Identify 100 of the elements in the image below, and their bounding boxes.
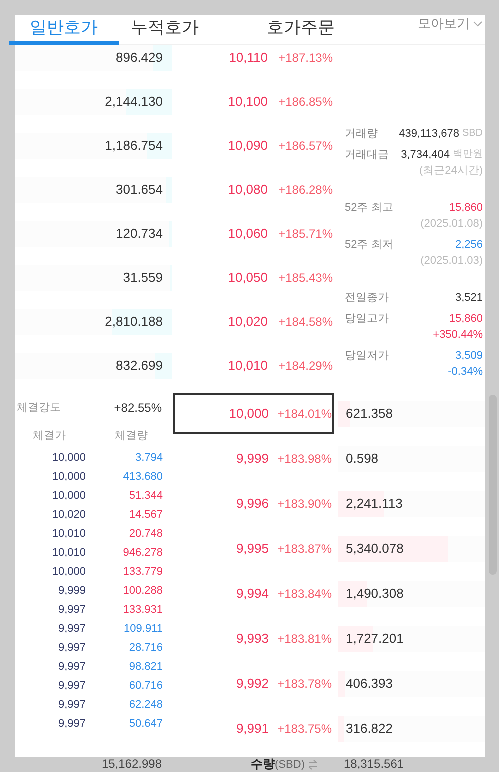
info-value: 3,521 — [455, 291, 483, 306]
bid-price: 9,994 — [235, 584, 269, 603]
info-label: 52주 최저 — [345, 238, 394, 253]
ask-change: +184.29% — [278, 358, 334, 375]
ask-change: +185.43% — [278, 270, 334, 287]
trade-volume: 62.248 — [128, 698, 163, 714]
view-toggle[interactable]: 모아보기 — [418, 15, 483, 33]
current-price-row[interactable]: 10,000 +184.01% — [173, 393, 334, 434]
column-header: 체결가 — [32, 428, 67, 444]
ask-change: +186.57% — [278, 138, 334, 155]
bid-price-row[interactable]: 9,994 +183.84% — [173, 573, 334, 614]
bid-price: 9,995 — [235, 540, 269, 558]
ask-price: 10,050 — [227, 269, 268, 288]
trade-volume: 133.931 — [122, 603, 163, 618]
bid-change: +183.78% — [276, 676, 332, 692]
bid-quantity: 621.358 — [345, 404, 393, 423]
info-label: 전일종가 — [345, 291, 389, 306]
trade-volume: 28.716 — [128, 641, 163, 656]
trade-volume: 51.344 — [128, 489, 163, 504]
info-label: 당일고가 — [345, 312, 389, 327]
ask-quantity: 301.654 — [116, 181, 164, 200]
ask-change: +187.13% — [278, 50, 334, 67]
trade-price: 9,999 — [57, 584, 86, 600]
info-unit: 백만원 — [453, 148, 483, 162]
info-value: 3,509 — [455, 349, 483, 364]
column-header: 체결량 — [114, 428, 149, 444]
bid-price: 9,991 — [235, 720, 269, 738]
info-label: 거래대금 — [345, 148, 389, 163]
trade-volume: 60.716 — [128, 679, 163, 694]
bid-price-row[interactable]: 9,991 +183.75% — [173, 708, 334, 749]
bid-price-row[interactable]: 9,995 +183.87% — [173, 528, 334, 569]
ask-quantity: 2,144.130 — [105, 93, 164, 112]
bid-change: +183.98% — [276, 450, 332, 468]
trade-volume: 50.647 — [128, 717, 163, 732]
ask-quantity: 2,810.188 — [105, 313, 164, 332]
bid-price-row[interactable]: 9,996 +183.90% — [173, 483, 334, 524]
trade-strength-value: +82.55% — [114, 400, 162, 417]
bid-quantity: 1,490.308 — [345, 584, 404, 603]
trade-price: 10,000 — [51, 489, 86, 504]
trade-price: 9,997 — [57, 603, 86, 618]
chevron-down-icon — [473, 21, 483, 27]
info-value: 15,860 — [449, 312, 483, 327]
swap-arrows-icon[interactable] — [308, 760, 318, 770]
bid-change: +183.90% — [276, 496, 332, 512]
info-note: (2025.01.03) — [420, 254, 483, 269]
bid-quantity: 316.822 — [345, 720, 393, 738]
bid-change: +183.75% — [276, 720, 332, 738]
quantity-unit-label: 수량(SBD) — [251, 756, 305, 772]
bid-change: +183.81% — [276, 630, 332, 648]
tab[interactable]: 호가주문 — [211, 15, 391, 45]
ask-total: 15,162.998 — [100, 757, 162, 772]
bid-change: +183.87% — [276, 540, 332, 558]
bid-price: 10,000 — [228, 404, 269, 423]
ask-quantity: 31.559 — [123, 269, 164, 288]
trade-price: 9,997 — [57, 660, 86, 676]
ask-price: 10,080 — [227, 181, 268, 200]
bid-price-row[interactable]: 9,999 +183.98% — [173, 438, 334, 479]
info-change: +350.44% — [433, 328, 483, 343]
trade-price: 9,997 — [57, 717, 86, 732]
bid-price-row[interactable]: 9,992 +183.78% — [173, 663, 334, 704]
ask-price: 10,100 — [227, 93, 268, 112]
trade-volume: 3.794 — [134, 451, 163, 466]
bid-quantity: 5,340.078 — [345, 540, 404, 558]
trade-price: 10,020 — [51, 508, 86, 524]
trade-price: 10,010 — [51, 527, 86, 542]
tab[interactable]: 누적호가 — [119, 15, 211, 45]
trade-volume: 98.821 — [128, 660, 163, 676]
ask-change: +186.85% — [278, 94, 334, 111]
trade-price: 10,000 — [51, 451, 86, 466]
ask-quantity: 120.734 — [116, 225, 164, 244]
bid-quantity: 0.598 — [345, 450, 379, 468]
trade-price: 10,000 — [51, 470, 86, 486]
info-label: 거래량 — [345, 127, 378, 142]
info-value: 439,113,678 — [399, 127, 460, 142]
ask-quantity: 832.699 — [116, 357, 164, 376]
info-value: 2,256 — [455, 238, 483, 253]
trade-volume: 109.911 — [123, 622, 163, 638]
trade-volume: 946.278 — [122, 546, 163, 562]
info-note: (최근24시간) — [419, 164, 483, 179]
trade-price: 9,997 — [57, 679, 86, 694]
ask-price: 10,010 — [227, 357, 268, 376]
ask-price: 10,060 — [227, 225, 268, 244]
bid-change: +184.01% — [276, 406, 332, 422]
bid-price: 9,993 — [235, 630, 269, 648]
bid-total: 18,315.561 — [343, 757, 404, 772]
trade-price: 10,010 — [51, 546, 86, 562]
ask-price: 10,090 — [227, 137, 268, 156]
ask-change: +186.28% — [278, 182, 334, 199]
bid-quantity: 2,241.113 — [345, 494, 403, 513]
trade-volume: 20.748 — [128, 527, 163, 542]
bid-price: 9,996 — [235, 494, 269, 513]
trade-strength-label: 체결강도 — [17, 400, 61, 416]
info-label: 52주 최고 — [345, 201, 394, 216]
trade-price: 9,997 — [57, 698, 86, 714]
bid-quantity: 1,727.201 — [345, 630, 404, 648]
bid-price-row[interactable]: 9,993 +183.81% — [173, 618, 334, 659]
ask-change: +184.58% — [278, 314, 334, 331]
ask-quantity: 1,186.754 — [105, 137, 164, 156]
ask-change: +185.71% — [278, 226, 334, 243]
bid-quantity: 406.393 — [345, 674, 393, 693]
